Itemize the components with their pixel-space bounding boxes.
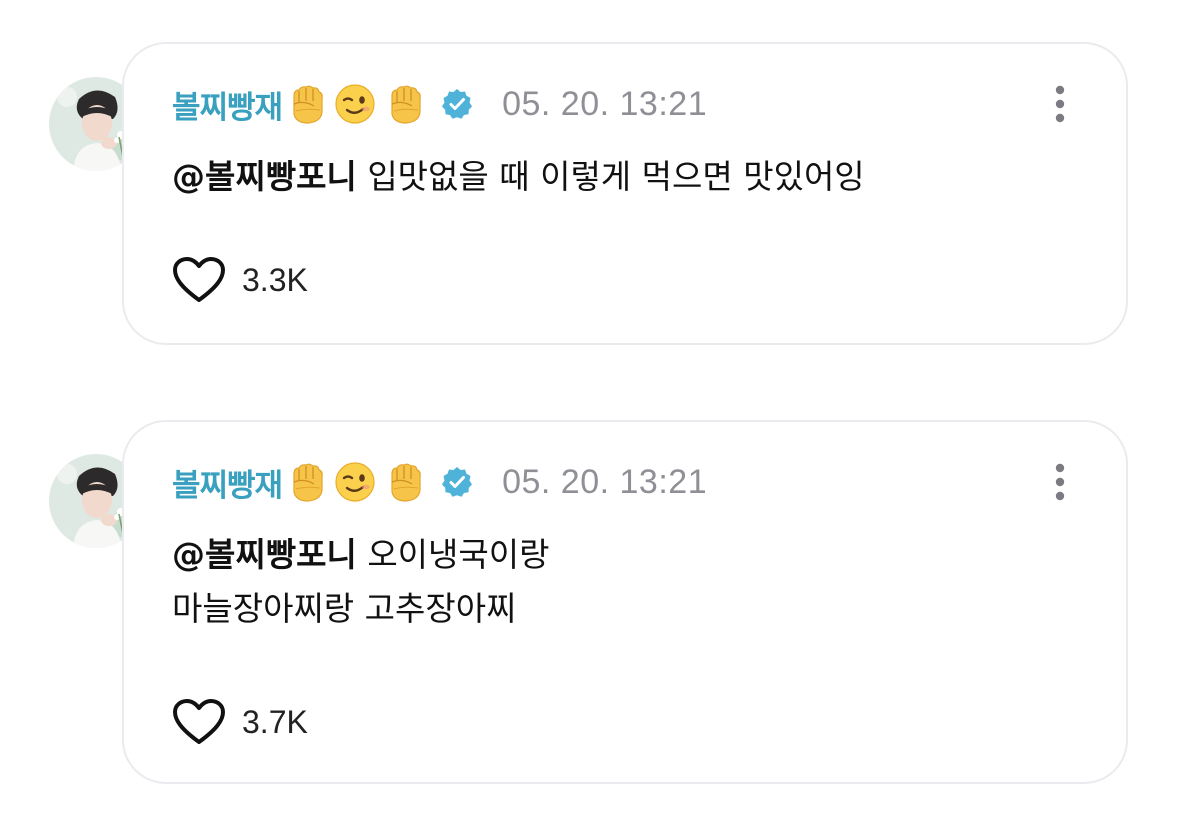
like-row: 3.3K (172, 256, 308, 304)
like-count: 3.7K (242, 703, 308, 740)
winking-face-emoji (333, 460, 377, 504)
timestamp: 05. 20. 13:21 (502, 462, 708, 501)
mention-link[interactable]: @볼찌빵포니 (172, 157, 357, 196)
timestamp: 05. 20. 13:21 (502, 84, 708, 123)
post-card[interactable]: 볼찌빵재 05. 20. 13:21 @볼찌빵포니 오이냉국이랑 마늘장아찌랑 … (122, 420, 1128, 784)
post-header: 볼찌빵재 05. 20. 13:21 (172, 82, 707, 126)
heart-icon[interactable] (172, 256, 226, 304)
raised-fist-emoji (382, 82, 426, 126)
like-row: 3.7K (172, 698, 308, 746)
post-text-line: 마늘장아찌랑 고추장아찌 (172, 589, 517, 628)
verified-badge-icon (440, 465, 474, 499)
post-body: @볼찌빵포니 오이냉국이랑 마늘장아찌랑 고추장아찌 (172, 528, 549, 636)
post-body: @볼찌빵포니 입맛없을 때 이렇게 먹으면 맛있어잉 (172, 150, 865, 204)
winking-face-emoji (333, 82, 377, 126)
mention-link[interactable]: @볼찌빵포니 (172, 535, 357, 574)
post-text-line: 오이냉국이랑 (367, 535, 550, 574)
more-options-icon[interactable] (1054, 84, 1066, 124)
more-options-icon[interactable] (1054, 462, 1066, 502)
raised-fist-emoji (382, 460, 426, 504)
post-card[interactable]: 볼찌빵재 05. 20. 13:21 @볼찌빵포니 입맛없을 때 이렇게 먹으면… (122, 42, 1128, 345)
post-header: 볼찌빵재 05. 20. 13:21 (172, 460, 707, 504)
author-name[interactable]: 볼찌빵재 (172, 82, 283, 127)
like-count: 3.3K (242, 261, 308, 298)
raised-fist-emoji (284, 460, 328, 504)
raised-fist-emoji (284, 82, 328, 126)
verified-badge-icon (440, 87, 474, 121)
author-name[interactable]: 볼찌빵재 (172, 460, 283, 505)
heart-icon[interactable] (172, 698, 226, 746)
post-text-line: 입맛없을 때 이렇게 먹으면 맛있어잉 (367, 157, 865, 196)
